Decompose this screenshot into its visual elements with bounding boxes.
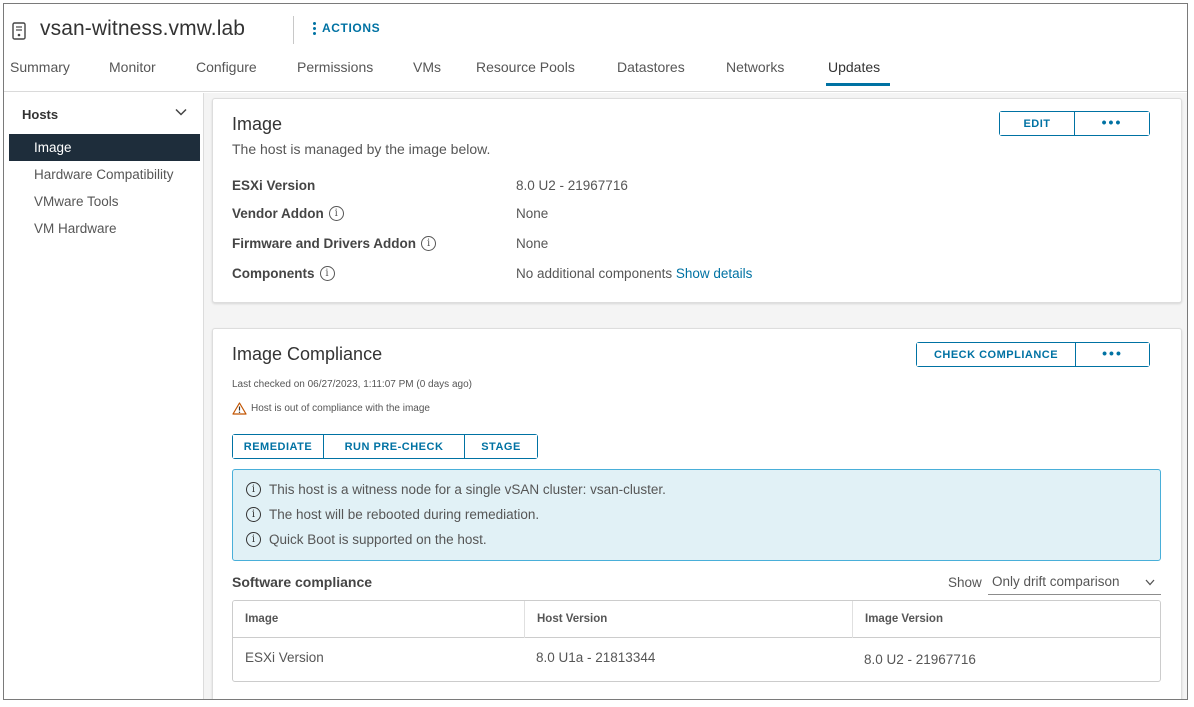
host-icon [12,22,26,40]
tab-summary[interactable]: Summary [10,57,109,91]
image-card-subtitle: The host is managed by the image below. [232,141,491,157]
page-title: vsan-witness.vmw.lab [40,17,246,40]
components-label: Components i [232,266,335,281]
last-checked-text: Last checked on 06/27/2023, 1:11:07 PM (… [232,379,472,390]
warning-icon [232,402,247,415]
vendor-addon-value: None [516,206,549,221]
software-compliance-table: Image Host Version Image Version ESXi Ve… [232,600,1161,682]
updates-sidebar: Hosts Image Hardware Compatibility VMwar… [4,93,204,699]
image-more-button[interactable]: ••• [1074,112,1149,135]
remediation-button-group: REMEDIATE RUN PRE-CHECK STAGE [232,434,538,459]
app-frame: vsan-witness.vmw.lab ACTIONS Summary Mon… [3,3,1188,700]
actions-label: ACTIONS [322,21,381,35]
actions-menu-button[interactable]: ACTIONS [313,21,380,35]
table-header: Image Host Version Image Version [233,601,1160,638]
info-icon: i [246,532,261,547]
esxi-version-label: ESXi Version [232,178,316,193]
column-header-host-version[interactable]: Host Version [524,601,852,638]
image-card: Image The host is managed by the image b… [212,98,1182,303]
run-pre-check-button[interactable]: RUN PRE-CHECK [323,435,464,458]
alert-item: i The host will be rebooted during remedi… [246,507,539,522]
column-header-image-version[interactable]: Image Version [852,601,1160,638]
edit-button[interactable]: EDIT [1000,112,1074,135]
vendor-addon-label: Vendor Addon i [232,206,344,221]
kebab-icon [313,21,316,35]
compliance-more-button[interactable]: ••• [1075,343,1149,366]
chevron-down-icon[interactable] [175,108,187,116]
esxi-version-value: 8.0 U2 - 21967716 [516,178,628,193]
tab-resource-pools[interactable]: Resource Pools [476,57,617,91]
check-compliance-button[interactable]: CHECK COMPLIANCE [917,343,1075,366]
drift-filter-select[interactable]: Only drift comparison [988,571,1161,595]
info-icon: i [246,507,261,522]
info-icon[interactable]: i [319,266,335,281]
info-icon: i [246,482,261,497]
tab-datastores[interactable]: Datastores [617,57,726,91]
object-tabs: Summary Monitor Configure Permissions VM… [4,57,890,91]
sidebar-item-image[interactable]: Image [9,134,200,161]
compliance-warning: Host is out of compliance with the image [232,402,430,415]
tab-permissions[interactable]: Permissions [297,57,413,91]
firmware-addon-label: Firmware and Drivers Addon i [232,236,437,251]
components-value: No additional components Show details [516,266,753,281]
sidebar-section-hosts[interactable]: Hosts [22,107,58,122]
table-cell: 8.0 U1a - 21813344 [536,650,656,665]
warning-text: Host is out of compliance with the image [251,403,430,414]
show-label: Show [948,575,982,590]
drift-filter-value: Only drift comparison [992,574,1120,589]
info-alert: i This host is a witness node for a singl… [232,469,1161,561]
object-header: vsan-witness.vmw.lab ACTIONS Summary Mon… [4,4,1187,92]
image-card-title: Image [232,114,283,134]
tab-configure[interactable]: Configure [196,57,297,91]
table-cell: 8.0 U2 - 21967716 [864,652,976,667]
show-details-link[interactable]: Show details [676,266,753,281]
title-divider [293,16,294,44]
info-icon[interactable]: i [421,236,437,251]
sidebar-item-vmware-tools[interactable]: VMware Tools [9,188,200,215]
sidebar-item-vm-hardware[interactable]: VM Hardware [9,215,200,242]
alert-item: i Quick Boot is supported on the host. [246,532,487,547]
sidebar-item-hardware-compatibility[interactable]: Hardware Compatibility [9,161,200,188]
alert-item: i This host is a witness node for a singl… [246,482,666,497]
table-cell: ESXi Version [245,650,324,665]
image-compliance-card: Image Compliance CHECK COMPLIANCE ••• La… [212,328,1182,699]
tab-monitor[interactable]: Monitor [109,57,196,91]
main-content: Image The host is managed by the image b… [204,93,1187,699]
tab-updates[interactable]: Updates [826,57,890,91]
column-header-image[interactable]: Image [233,601,524,638]
tab-vms[interactable]: VMs [413,57,476,91]
software-compliance-title: Software compliance [232,574,373,590]
chevron-down-icon [1145,579,1155,586]
tab-networks[interactable]: Networks [726,57,826,91]
stage-button[interactable]: STAGE [464,435,537,458]
firmware-addon-value: None [516,236,549,251]
info-icon[interactable]: i [328,206,344,221]
remediate-button[interactable]: REMEDIATE [233,435,323,458]
compliance-card-title: Image Compliance [232,344,383,364]
image-card-button-group: EDIT ••• [999,111,1150,136]
compliance-button-group: CHECK COMPLIANCE ••• [916,342,1150,367]
